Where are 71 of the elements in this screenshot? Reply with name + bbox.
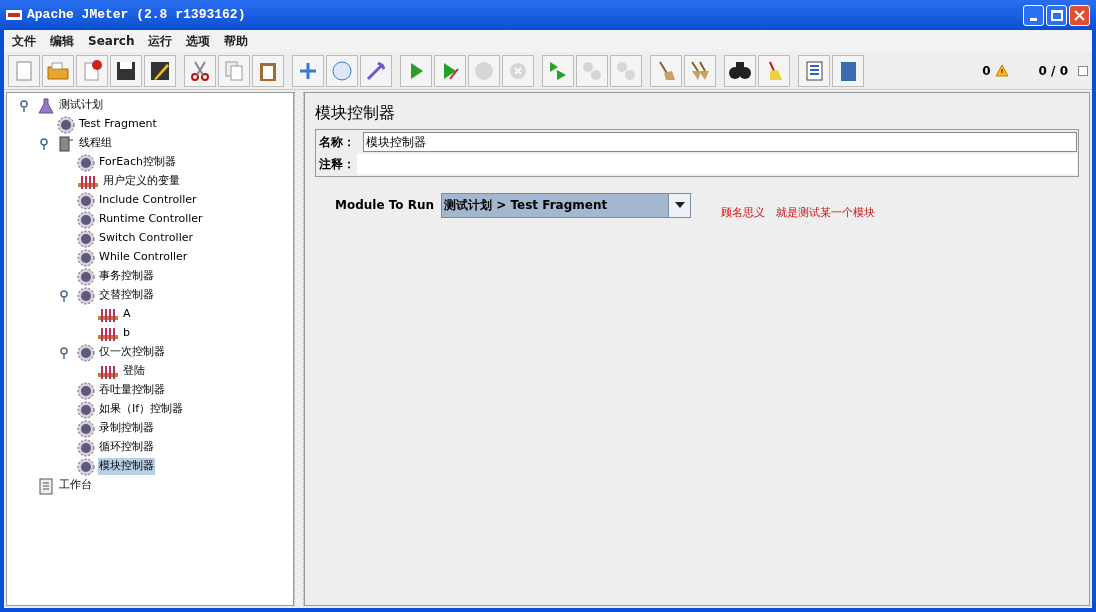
- tree-item[interactable]: 循环控制器: [98, 439, 155, 456]
- comment-label: 注释：: [318, 156, 356, 173]
- expanded-handle-icon[interactable]: [59, 289, 69, 302]
- tree-item[interactable]: While Controller: [98, 249, 189, 266]
- tree-item[interactable]: 测试计划: [58, 97, 104, 114]
- expanded-handle-icon[interactable]: [19, 99, 29, 112]
- tree-item[interactable]: 工作台: [58, 477, 93, 494]
- gear-icon: [77, 210, 95, 229]
- tree-item[interactable]: ForEach控制器: [98, 154, 177, 171]
- menu-item[interactable]: 选项: [186, 32, 211, 50]
- menu-item[interactable]: 运行: [148, 32, 173, 50]
- comment-field[interactable]: [357, 154, 1077, 174]
- spool-icon: [57, 134, 75, 153]
- gear-icon: [77, 286, 95, 305]
- name-label: 名称：: [318, 134, 356, 151]
- flask-icon: [37, 96, 55, 115]
- tree-item[interactable]: 模块控制器: [98, 458, 155, 475]
- gear-icon: [77, 191, 95, 210]
- status-checkbox[interactable]: [1078, 65, 1088, 76]
- thread-count: 0 / 0: [1038, 62, 1068, 80]
- gear-icon: [77, 457, 95, 476]
- tree-item[interactable]: 如果（If）控制器: [98, 401, 185, 418]
- tree-item[interactable]: 登陆: [122, 363, 146, 380]
- close-button[interactable]: [1069, 4, 1090, 26]
- tree-item[interactable]: Switch Controller: [98, 230, 194, 247]
- menu-item[interactable]: 帮助: [224, 32, 249, 50]
- annotation-note: 顾名思义 就是测试某一个模块: [721, 205, 875, 221]
- menu-item[interactable]: 编辑: [50, 32, 74, 50]
- toolbar-button[interactable]: [724, 54, 756, 87]
- module-label: Module To Run: [335, 197, 436, 215]
- tree-item[interactable]: Test Fragment: [78, 116, 158, 133]
- panel-title: 模块控制器: [315, 102, 396, 124]
- error-count: 0: [982, 62, 991, 80]
- tree-item[interactable]: 用户定义的变量: [102, 173, 181, 190]
- name-field[interactable]: 模块控制器: [363, 132, 1077, 152]
- module-dropdown[interactable]: 测试计划 > Test Fragment: [441, 192, 691, 218]
- gear-icon: [77, 381, 95, 400]
- gear-icon: [77, 400, 95, 419]
- gear-icon: [77, 267, 95, 286]
- expanded-handle-icon[interactable]: [59, 346, 69, 359]
- tree-item[interactable]: A: [122, 306, 132, 323]
- tree-item[interactable]: Runtime Controller: [98, 211, 204, 228]
- warning-icon: [994, 64, 1009, 77]
- gear-icon: [77, 438, 95, 457]
- menu-item[interactable]: Search: [88, 32, 135, 50]
- gear-icon: [77, 153, 95, 172]
- toolbar-button[interactable]: [110, 54, 142, 87]
- window-title: Apache JMeter (2.8 r1393162): [27, 6, 246, 25]
- tree-item[interactable]: b: [122, 325, 131, 342]
- tree-item[interactable]: 吞吐量控制器: [98, 382, 166, 399]
- menu-item[interactable]: 文件: [12, 32, 36, 50]
- gear-icon: [77, 419, 95, 438]
- copy-icon: [222, 58, 246, 83]
- maximize-button[interactable]: [1046, 4, 1067, 26]
- gear-icon: [77, 229, 95, 248]
- tree-item[interactable]: 仅一次控制器: [98, 344, 166, 361]
- clipboard-icon: [37, 476, 55, 495]
- tree-item[interactable]: Include Controller: [98, 192, 198, 209]
- gear-icon: [57, 115, 75, 134]
- toolbar-button[interactable]: [144, 54, 176, 87]
- tree-item[interactable]: 交替控制器: [98, 287, 155, 304]
- app-icon: [6, 10, 22, 20]
- gear-icon: [77, 343, 95, 362]
- expanded-handle-icon[interactable]: [39, 137, 49, 150]
- tree-item[interactable]: 事务控制器: [98, 268, 155, 285]
- tree-item[interactable]: 线程组: [78, 135, 113, 152]
- tree-item[interactable]: 录制控制器: [98, 420, 155, 437]
- minimize-button[interactable]: [1023, 4, 1044, 26]
- gear-icon: [77, 248, 95, 267]
- caret-icon: [674, 202, 685, 209]
- close-icon: [1074, 9, 1085, 21]
